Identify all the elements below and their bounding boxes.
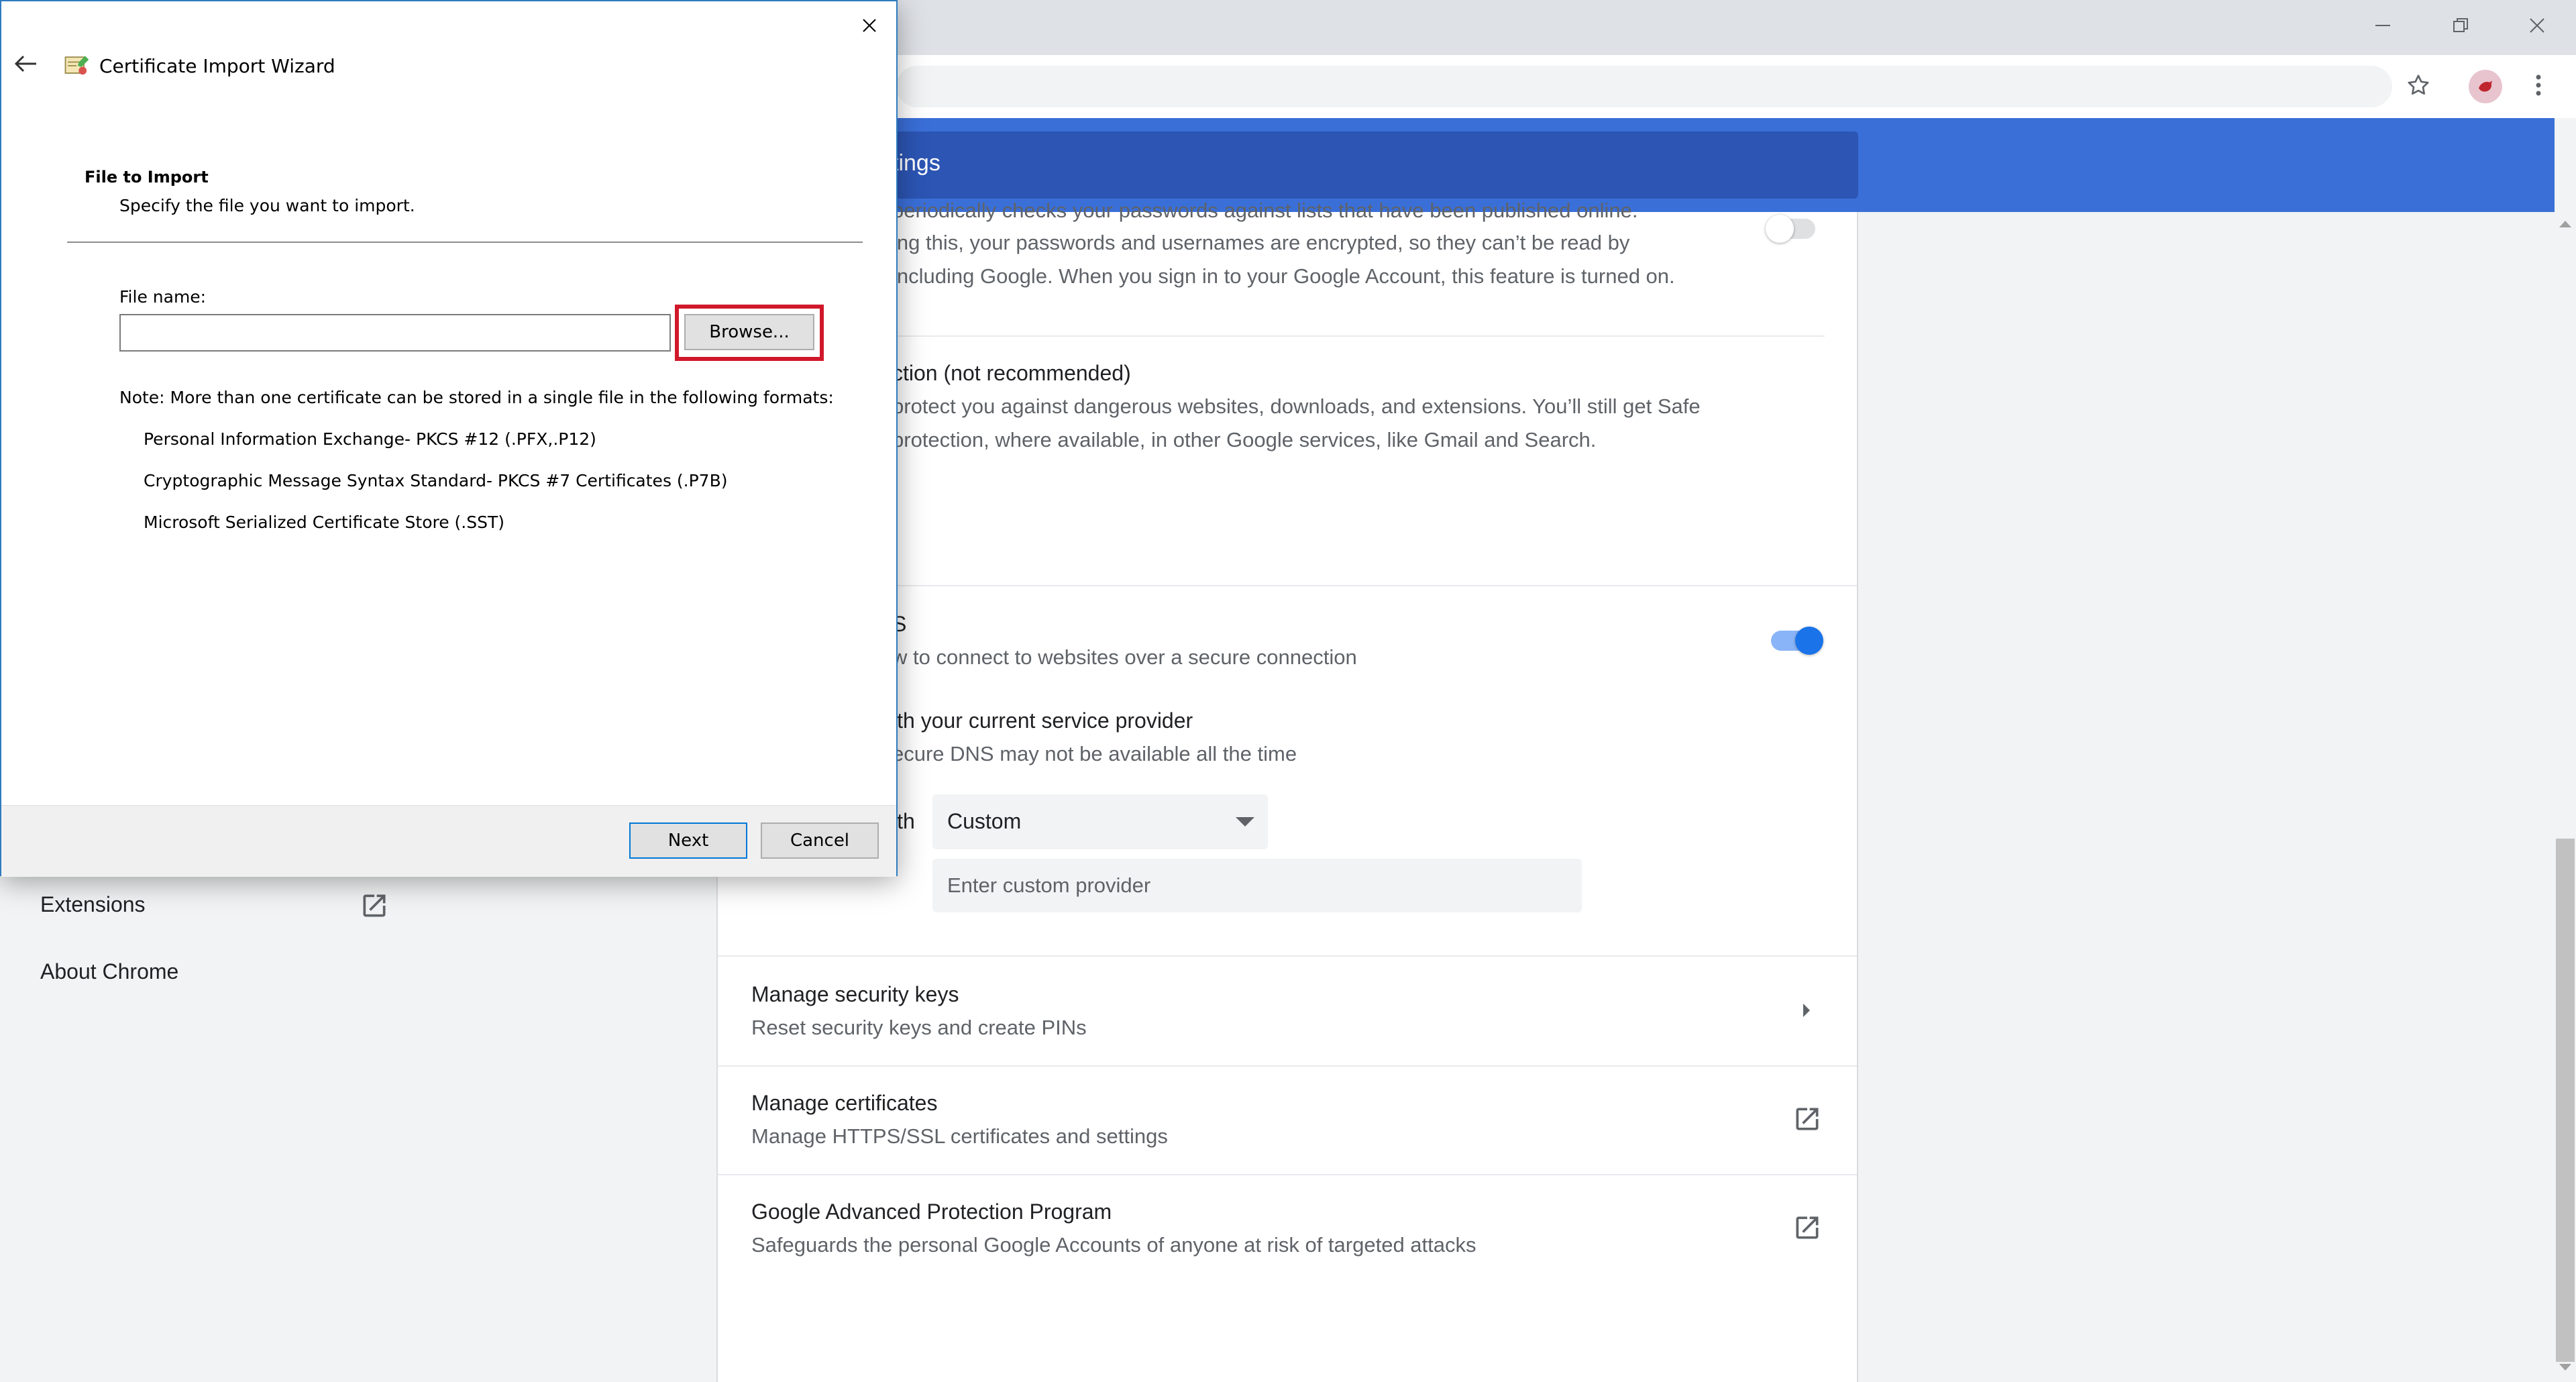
external-link-icon[interactable] bbox=[1792, 1104, 1822, 1137]
safe-browsing-line-1: periodically checks your passwords again… bbox=[892, 199, 1638, 222]
certificate-icon bbox=[62, 51, 91, 83]
safe-browsing-line-3: including Google. When you sign in to yo… bbox=[892, 264, 1675, 288]
format-item-pfx: Personal Information Exchange- PKCS #12 … bbox=[144, 429, 596, 449]
format-item-sst: Microsoft Serialized Certificate Store (… bbox=[144, 513, 505, 532]
external-link-icon[interactable] bbox=[360, 891, 389, 924]
scroll-down-icon[interactable] bbox=[2557, 1362, 2573, 1376]
manage-security-keys-title[interactable]: Manage security keys bbox=[751, 982, 959, 1007]
divider bbox=[718, 955, 1857, 957]
custom-provider-placeholder: Enter custom provider bbox=[947, 873, 1151, 897]
heading-separator bbox=[67, 242, 863, 243]
no-protection-line-1: protect you against dangerous websites, … bbox=[892, 394, 1701, 418]
cancel-button[interactable]: Cancel bbox=[761, 822, 879, 859]
format-item-p7b: Cryptographic Message Syntax Standard- P… bbox=[144, 471, 728, 490]
no-protection-title[interactable]: ction (not recommended) bbox=[892, 361, 1131, 386]
divider bbox=[892, 335, 1825, 337]
manage-certificates-sub: Manage HTTPS/SSL certificates and settin… bbox=[751, 1124, 1168, 1148]
divider bbox=[718, 1174, 1857, 1175]
address-bar[interactable] bbox=[896, 66, 2392, 107]
restore-icon[interactable] bbox=[2443, 11, 2478, 40]
dialog-close-icon[interactable] bbox=[852, 8, 887, 43]
external-link-icon[interactable] bbox=[1792, 1213, 1822, 1246]
profile-avatar[interactable] bbox=[2469, 70, 2502, 103]
advanced-protection-title[interactable]: Google Advanced Protection Program bbox=[751, 1200, 1112, 1224]
no-protection-line-2: protection, where available, in other Go… bbox=[892, 428, 1597, 451]
formats-note: Note: More than one certificate can be s… bbox=[119, 388, 834, 407]
scrollbar-thumb[interactable] bbox=[2556, 839, 2575, 1362]
wizard-subheading: Specify the file you want to import. bbox=[119, 196, 415, 215]
dialog-title: Certificate Import Wizard bbox=[99, 55, 335, 77]
star-icon[interactable] bbox=[2402, 68, 2435, 102]
window-close-icon[interactable] bbox=[2520, 11, 2555, 40]
scroll-up-icon[interactable] bbox=[2557, 219, 2573, 233]
back-arrow-icon[interactable] bbox=[13, 54, 38, 76]
dns-current-provider-sub: ecure DNS may not be available all the t… bbox=[892, 742, 1297, 765]
chevron-right-icon[interactable] bbox=[1802, 1002, 1811, 1022]
manage-security-keys-sub: Reset security keys and create PINs bbox=[751, 1016, 1087, 1039]
dns-current-provider-title[interactable]: ith your current service provider bbox=[892, 708, 1193, 733]
settings-search-text: tings bbox=[892, 150, 941, 176]
sidebar-item-about-chrome[interactable]: About Chrome bbox=[40, 959, 178, 984]
safe-browsing-line-2: ing this, your passwords and usernames a… bbox=[892, 231, 1630, 254]
dropdown-arrow-icon bbox=[1236, 817, 1254, 827]
browse-button[interactable]: Browse... bbox=[684, 314, 814, 350]
minimize-icon[interactable] bbox=[2365, 11, 2400, 40]
secure-dns-sub: w to connect to websites over a secure c… bbox=[892, 645, 1357, 669]
divider bbox=[718, 1065, 1857, 1067]
file-name-input[interactable] bbox=[119, 314, 671, 352]
file-name-label: File name: bbox=[119, 287, 207, 307]
wizard-heading: File to Import bbox=[85, 168, 209, 187]
more-vert-icon[interactable] bbox=[2525, 68, 2552, 102]
dns-provider-select-value: Custom bbox=[947, 809, 1022, 833]
next-button[interactable]: Next bbox=[629, 822, 747, 859]
sidebar-item-extensions[interactable]: Extensions bbox=[40, 892, 146, 917]
advanced-protection-sub: Safeguards the personal Google Accounts … bbox=[751, 1233, 1477, 1257]
manage-certificates-title[interactable]: Manage certificates bbox=[751, 1091, 937, 1116]
certificate-import-wizard-dialog: Certificate Import Wizard File to Import… bbox=[0, 0, 898, 877]
